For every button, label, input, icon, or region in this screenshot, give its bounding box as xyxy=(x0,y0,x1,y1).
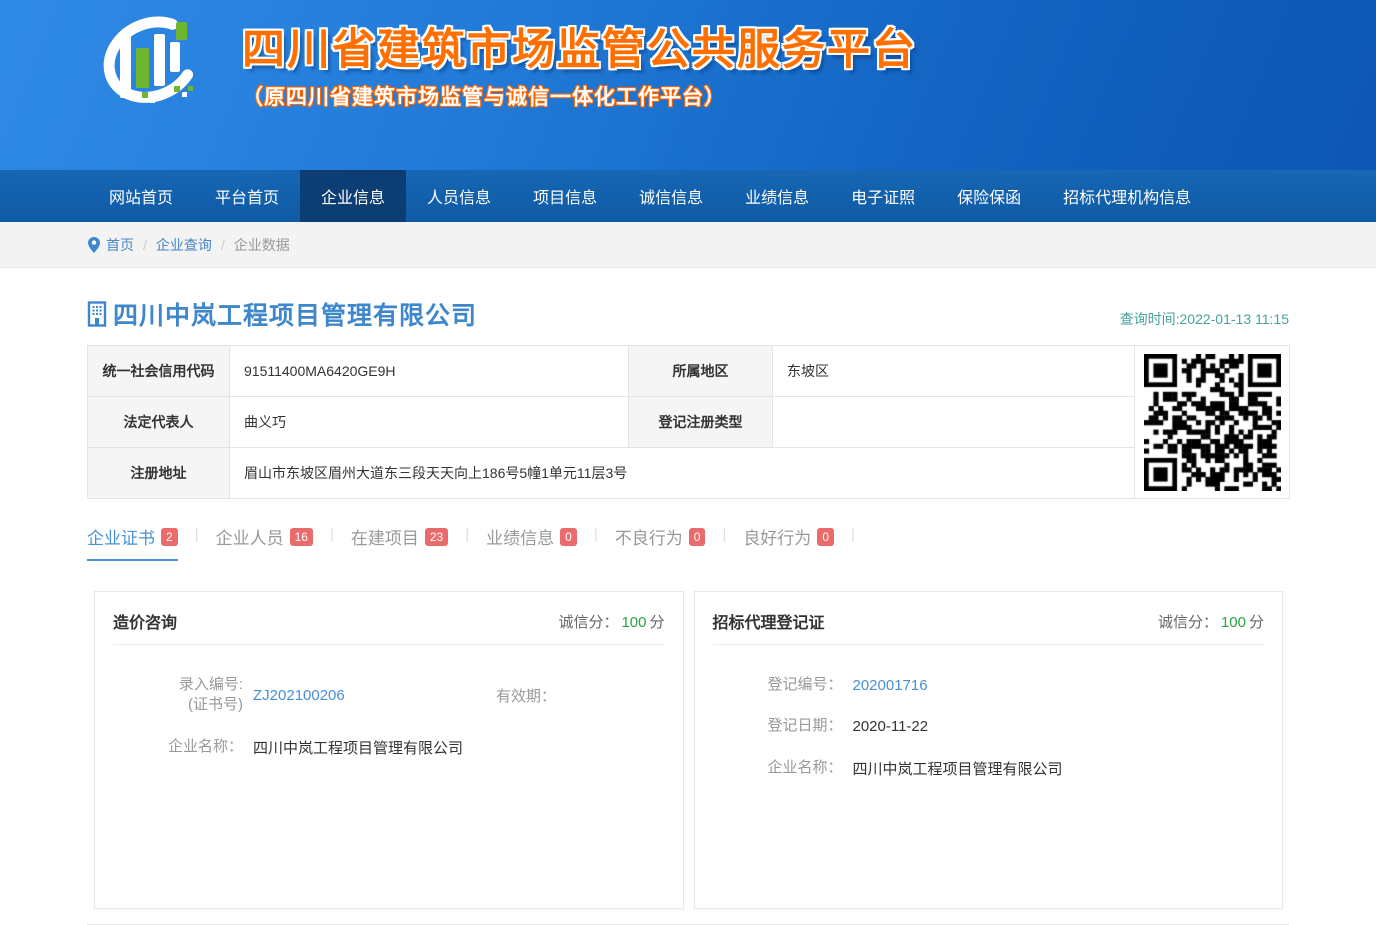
tab-bar: 企业证书 2 | 企业人员 16 | 在建项目 23 | 业绩信息 0 | 不良… xyxy=(87,524,1289,561)
breadcrumb-separator: / xyxy=(221,237,225,253)
tab-separator: | xyxy=(722,524,726,543)
table-row: 法定代表人 曲义巧 登记注册类型 xyxy=(88,397,1290,448)
tab-count-badge: 0 xyxy=(560,528,577,546)
registration-number-link[interactable]: 202001716 xyxy=(853,677,928,694)
nav-item-bidding-agency-info[interactable]: 招标代理机构信息 xyxy=(1042,170,1212,222)
registration-date-label: 登记日期： xyxy=(713,716,843,736)
value-credit-code: 91511400MA6420GE9H xyxy=(230,346,629,397)
nav-item-performance-info[interactable]: 业绩信息 xyxy=(724,170,830,222)
tab-label: 不良行为 xyxy=(615,524,683,549)
tab-enterprise-certificates[interactable]: 企业证书 2 xyxy=(87,524,178,561)
tab-count-badge: 0 xyxy=(817,528,834,546)
company-name-value: 四川中岚工程项目管理有限公司 xyxy=(253,737,463,758)
field-row: 录入编号: (证书号) ZJ202100206 有效期： xyxy=(113,675,665,716)
field-row: 登记日期： 2020-11-22 xyxy=(713,716,1265,736)
card-title: 招标代理登记证 xyxy=(713,609,825,633)
tab-count-badge: 16 xyxy=(290,528,313,546)
nav-item-platform-home[interactable]: 平台首页 xyxy=(194,170,300,222)
nav-item-credit-info[interactable]: 诚信信息 xyxy=(618,170,724,222)
credit-score: 诚信分：100分 xyxy=(1158,611,1264,632)
value-region: 东坡区 xyxy=(773,346,1135,397)
breadcrumb-separator: / xyxy=(143,237,147,253)
certificate-number-link[interactable]: ZJ202100206 xyxy=(253,687,418,704)
validity-label: 有效期： xyxy=(496,685,556,706)
table-row: 注册地址 眉山市东坡区眉州大道东三段天天向上186号5幢1单元11层3号 xyxy=(88,448,1290,499)
site-header: 四川省建筑市场监管公共服务平台 （原四川省建筑市场监管与诚信一体化工作平台） xyxy=(0,0,1376,170)
tab-label: 业绩信息 xyxy=(486,524,554,549)
company-name-label: 企业名称： xyxy=(713,758,843,778)
credit-score-value: 100 xyxy=(621,614,646,631)
nav-item-website-home[interactable]: 网站首页 xyxy=(88,170,194,222)
tab-label: 良好行为 xyxy=(743,524,811,549)
nav-item-insurance-guarantee[interactable]: 保险保函 xyxy=(936,170,1042,222)
credit-score: 诚信分：100分 xyxy=(558,611,664,632)
certificate-cards: 造价咨询 诚信分：100分 录入编号: (证书号) ZJ202100206 有效… xyxy=(87,591,1289,909)
breadcrumb: 首页 / 企业查询 / 企业数据 xyxy=(88,222,1288,268)
entry-number-label: 录入编号: (证书号) xyxy=(113,675,243,716)
tab-good-behavior[interactable]: 良好行为 0 xyxy=(743,524,834,559)
field-row: 企业名称： 四川中岚工程项目管理有限公司 xyxy=(713,758,1265,779)
table-row: 统一社会信用代码 91511400MA6420GE9H 所属地区 东坡区 xyxy=(88,346,1290,397)
tab-count-badge: 2 xyxy=(161,528,178,546)
tab-separator: | xyxy=(330,524,334,543)
value-registered-address: 眉山市东坡区眉州大道东三段天天向上186号5幢1单元11层3号 xyxy=(230,448,1135,499)
main-content: 四川中岚工程项目管理有限公司 查询时间:2022-01-13 11:15 统一社… xyxy=(87,296,1289,925)
location-pin-icon xyxy=(88,237,100,253)
field-row: 登记编号： 202001716 xyxy=(713,675,1265,695)
tab-label: 在建项目 xyxy=(351,524,419,549)
tab-count-badge: 23 xyxy=(425,528,448,546)
company-title: 四川中岚工程项目管理有限公司 xyxy=(87,296,477,332)
nav-item-enterprise-info[interactable]: 企业信息 xyxy=(300,170,406,222)
tab-separator: | xyxy=(195,524,199,543)
breadcrumb-bar: 首页 / 企业查询 / 企业数据 xyxy=(0,222,1376,268)
breadcrumb-current: 企业数据 xyxy=(234,235,290,255)
field-row: 企业名称： 四川中岚工程项目管理有限公司 xyxy=(113,737,665,758)
certificate-card-cost-consulting: 造价咨询 诚信分：100分 录入编号: (证书号) ZJ202100206 有效… xyxy=(94,591,684,909)
tab-separator: | xyxy=(851,524,855,543)
label-region: 所属地区 xyxy=(629,346,773,397)
site-subtitle: （原四川省建筑市场监管与诚信一体化工作平台） xyxy=(242,81,917,111)
value-legal-representative: 曲义巧 xyxy=(230,397,629,448)
tab-label: 企业人员 xyxy=(216,524,284,549)
card-title: 造价咨询 xyxy=(113,609,177,633)
value-registration-type xyxy=(773,397,1135,448)
registration-date-value: 2020-11-22 xyxy=(853,718,929,735)
qr-code xyxy=(1135,346,1290,499)
tab-separator: | xyxy=(465,524,469,543)
company-info-table: 统一社会信用代码 91511400MA6420GE9H 所属地区 东坡区 法定代… xyxy=(87,345,1290,499)
company-name: 四川中岚工程项目管理有限公司 xyxy=(113,296,477,332)
label-registered-address: 注册地址 xyxy=(88,448,230,499)
breadcrumb-home[interactable]: 首页 xyxy=(106,235,134,255)
page: 四川省建筑市场监管公共服务平台 （原四川省建筑市场监管与诚信一体化工作平台） 网… xyxy=(0,0,1376,925)
main-nav: 网站首页 平台首页 企业信息 人员信息 项目信息 诚信信息 业绩信息 电子证照 … xyxy=(0,170,1376,222)
company-name-label: 企业名称： xyxy=(113,737,243,757)
tab-separator: | xyxy=(594,524,598,543)
label-registration-type: 登记注册类型 xyxy=(629,397,773,448)
nav-item-project-info[interactable]: 项目信息 xyxy=(512,170,618,222)
site-title: 四川省建筑市场监管公共服务平台 xyxy=(242,26,917,75)
breadcrumb-enterprise-search[interactable]: 企业查询 xyxy=(156,235,212,255)
tab-enterprise-personnel[interactable]: 企业人员 16 xyxy=(216,524,313,559)
certificate-card-bidding-agency: 招标代理登记证 诚信分：100分 登记编号： 202001716 登记日期： 2… xyxy=(694,591,1284,909)
tab-projects-under-construction[interactable]: 在建项目 23 xyxy=(351,524,448,559)
registration-number-label: 登记编号： xyxy=(713,675,843,695)
nav-item-e-certificate[interactable]: 电子证照 xyxy=(830,170,936,222)
label-credit-code: 统一社会信用代码 xyxy=(88,346,230,397)
building-icon xyxy=(87,301,109,327)
tab-count-badge: 0 xyxy=(689,528,706,546)
tab-bad-behavior[interactable]: 不良行为 0 xyxy=(615,524,706,559)
nav-item-personnel-info[interactable]: 人员信息 xyxy=(406,170,512,222)
tab-performance-info[interactable]: 业绩信息 0 xyxy=(486,524,577,559)
label-legal-representative: 法定代表人 xyxy=(88,397,230,448)
tab-label: 企业证书 xyxy=(87,524,155,549)
credit-score-value: 100 xyxy=(1221,614,1246,631)
platform-logo-icon xyxy=(90,14,208,118)
query-time: 查询时间:2022-01-13 11:15 xyxy=(1120,309,1289,332)
company-name-value: 四川中岚工程项目管理有限公司 xyxy=(853,758,1063,779)
